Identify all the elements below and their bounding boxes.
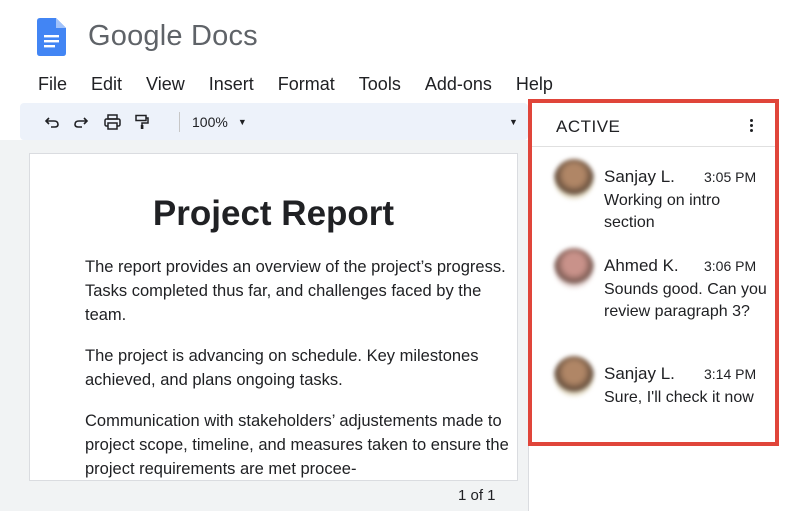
toolbar-divider — [179, 112, 180, 132]
message-time: 3:06 PM — [704, 258, 757, 274]
app-title: Google Docs — [88, 20, 258, 52]
menu-file[interactable]: File — [26, 72, 79, 96]
message-author: Sanjay L. — [604, 167, 675, 186]
paint-format-icon[interactable] — [132, 112, 152, 132]
toolbar: 100% ▼ ▼ — [20, 103, 528, 140]
more-options-icon[interactable] — [744, 115, 758, 135]
chevron-down-icon: ▼ — [237, 117, 247, 127]
document-title: Project Report — [152, 194, 395, 233]
panel-header: ACTIVE — [532, 103, 775, 147]
redo-icon[interactable] — [71, 112, 91, 132]
message-author: Sanjay L. — [604, 364, 675, 383]
menu-tools[interactable]: Tools — [347, 72, 413, 96]
menu-format[interactable]: Format — [266, 72, 347, 96]
panel-title: ACTIVE — [556, 117, 621, 136]
page-indicator: 1 of 1 — [458, 487, 496, 504]
menu-add-ons[interactable]: Add-ons — [413, 72, 504, 96]
document-canvas: Project Report The report provides an ov… — [0, 140, 528, 511]
document-page[interactable]: Project Report The report provides an ov… — [29, 153, 518, 481]
message-author: Ahmed K. — [604, 256, 679, 275]
message-text: Sure, I'll check it now — [604, 389, 754, 406]
document-paragraph: Communication with stakeholders’ adjuste… — [85, 412, 509, 478]
menu-help[interactable]: Help — [504, 72, 565, 96]
avatar — [554, 159, 594, 199]
toolbar-more-icon[interactable]: ▼ — [509, 112, 518, 132]
document-paragraph: The project is advancing on schedule. Ke… — [85, 347, 479, 389]
menu-bar: File Edit View Insert Format Tools Add-o… — [26, 72, 565, 96]
message-text: Working on intro section — [604, 192, 721, 231]
active-collaborators-panel: ACTIVE Sanjay L. 3:05 PM Working on intr… — [528, 99, 779, 446]
undo-icon[interactable] — [42, 112, 62, 132]
document-body: The report provides an overview of the p… — [85, 255, 515, 480]
zoom-value: 100% — [192, 114, 228, 130]
google-docs-icon[interactable] — [37, 18, 66, 56]
document-paragraph: The report provides an overview of the p… — [85, 258, 506, 324]
menu-view[interactable]: View — [134, 72, 197, 96]
avatar — [554, 248, 594, 288]
message-time: 3:05 PM — [704, 169, 757, 185]
message-time: 3:14 PM — [704, 366, 757, 382]
print-icon[interactable] — [102, 112, 122, 132]
zoom-select[interactable]: 100% ▼ — [192, 112, 247, 132]
app-header: Google Docs — [0, 0, 800, 68]
avatar — [554, 356, 594, 396]
menu-insert[interactable]: Insert — [197, 72, 266, 96]
message-text: Sounds good. Can you review paragraph 3? — [604, 281, 767, 320]
menu-edit[interactable]: Edit — [79, 72, 134, 96]
